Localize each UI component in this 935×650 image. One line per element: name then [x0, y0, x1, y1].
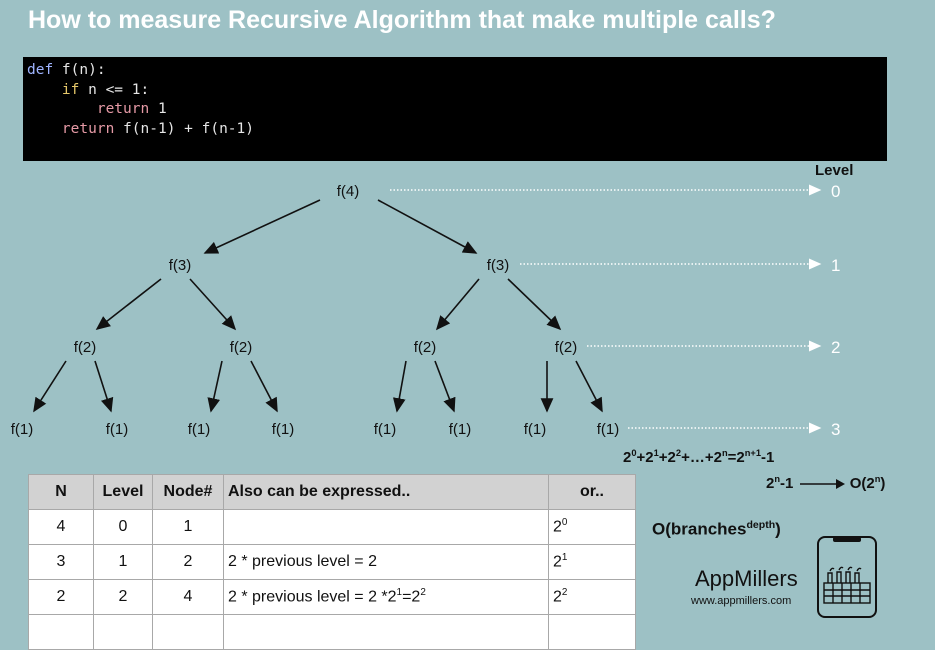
- tree-edge-arrow: [507, 278, 562, 331]
- level-number: 3: [831, 420, 840, 439]
- tree-node-level-3: f(1): [272, 421, 295, 438]
- cell-expression: 2 * previous level = 2 *21=22: [223, 579, 549, 615]
- tree-node-level-0: f(4): [337, 183, 360, 200]
- complexity-result: 2n-1 O(2n): [766, 474, 885, 492]
- tree-edge-arrow: [392, 360, 407, 413]
- tree-edges: [33, 199, 603, 413]
- brand-url: www.appmillers.com: [691, 595, 792, 607]
- brand-name: AppMillers: [695, 566, 798, 591]
- cell-empty: [28, 614, 94, 650]
- cell-n: 2: [28, 579, 94, 615]
- tree-edge-arrow: [250, 360, 278, 413]
- big-o-result: O(2n): [849, 474, 886, 492]
- node-count-expression: 2n-1: [766, 474, 794, 492]
- table-row: 2 2 4 2 * previous level = 2 *21=22 22: [28, 579, 636, 615]
- cell-nodes: 2: [152, 544, 224, 580]
- tree-node-level-3: f(1): [374, 421, 397, 438]
- col-header-n: N: [28, 474, 94, 510]
- tree-node-level-2: f(2): [230, 339, 253, 356]
- table-row: 3 1 2 2 * previous level = 2 21: [28, 544, 636, 580]
- tree-edge-arrow: [207, 360, 223, 413]
- tree-edge-arrow: [435, 278, 480, 331]
- cell-nodes: 1: [152, 509, 224, 545]
- tree-node-level-3: f(1): [524, 421, 547, 438]
- col-header-level: Level: [93, 474, 153, 510]
- level-header: Level: [815, 162, 853, 179]
- cell-power: 20: [548, 509, 636, 545]
- cell-n: 4: [28, 509, 94, 545]
- cell-power: 22: [548, 579, 636, 615]
- cell-empty: [548, 614, 636, 650]
- tree-edge-arrow: [95, 278, 162, 330]
- col-header-nodes: Node#: [152, 474, 224, 510]
- levels-table: N Level Node# Also can be expressed.. or…: [28, 474, 636, 650]
- cell-level: 0: [93, 509, 153, 545]
- cell-nodes: 4: [152, 579, 224, 615]
- level-number: 1: [831, 256, 840, 275]
- tree-node-level-3: f(1): [188, 421, 211, 438]
- tree-node-level-2: f(2): [74, 339, 97, 356]
- tree-node-level-2: f(2): [414, 339, 437, 356]
- cell-empty: [93, 614, 153, 650]
- tree-edge-arrow: [434, 360, 456, 413]
- tree-edge-arrow: [575, 360, 603, 413]
- cell-level: 1: [93, 544, 153, 580]
- tree-node-level-3: f(1): [11, 421, 34, 438]
- tree-node-level-3: f(1): [597, 421, 620, 438]
- tree-node-level-1: f(3): [487, 257, 510, 274]
- tree-edge-arrow: [189, 278, 237, 331]
- col-header-or: or..: [548, 474, 636, 510]
- general-complexity-formula: O(branchesdepth): [652, 519, 781, 539]
- tree-node-level-1: f(3): [169, 257, 192, 274]
- table-row: [28, 614, 636, 650]
- cell-empty: [152, 614, 224, 650]
- tree-node-level-3: f(1): [449, 421, 472, 438]
- col-header-expression: Also can be expressed..: [223, 474, 549, 510]
- tree-edge-arrow: [94, 360, 114, 413]
- cell-power: 21: [548, 544, 636, 580]
- tree-edge-arrow: [33, 360, 67, 413]
- geometric-sum-formula: 20+21+22+…+2n=2n+1-1: [623, 448, 775, 466]
- tree-nodes: f(4) f(3) f(3) f(2) f(2) f(2) f(2) f(1) f(1) f(1)…: [11, 183, 620, 438]
- level-indicators: Level 0 1 2 3: [390, 162, 853, 439]
- tree-node-level-2: f(2): [555, 339, 578, 356]
- table-header-row: N Level Node# Also can be expressed.. or…: [28, 474, 636, 510]
- tree-node-level-3: f(1): [106, 421, 129, 438]
- phone-factory-logo-icon: [817, 536, 877, 618]
- level-number: 2: [831, 338, 840, 357]
- table-row: 4 0 1 20: [28, 509, 636, 545]
- implies-arrow-icon: [799, 479, 845, 490]
- cell-expression: [223, 509, 549, 545]
- cell-n: 3: [28, 544, 94, 580]
- tree-edge-arrow: [377, 199, 478, 254]
- tree-edge-arrow: [203, 199, 321, 254]
- cell-empty: [223, 614, 549, 650]
- cell-level: 2: [93, 579, 153, 615]
- cell-expression: 2 * previous level = 2: [223, 544, 549, 580]
- level-number: 0: [831, 182, 840, 201]
